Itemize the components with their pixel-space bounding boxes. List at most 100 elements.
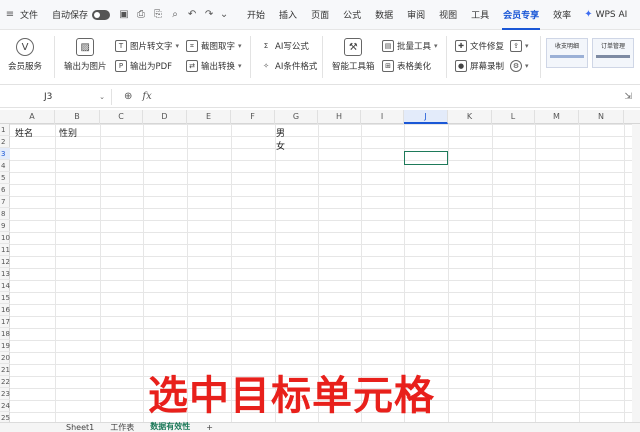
quick-access-dropdown-icon[interactable]: ⌄	[218, 9, 230, 21]
print-preview-icon[interactable]: ⌕	[169, 9, 181, 21]
smart-toolbox-button[interactable]: ⚒ 智能工具箱	[332, 38, 375, 72]
wps-ai-button[interactable]: ✦ WPS AI	[584, 9, 627, 20]
row-header-1[interactable]: 1	[0, 124, 10, 136]
column-gridline	[55, 124, 56, 422]
tab-review[interactable]: 审阅	[400, 8, 432, 21]
row-header-25[interactable]: 25	[0, 412, 10, 422]
file-menu[interactable]: 文件	[20, 8, 38, 21]
thumbnail-bar	[596, 55, 630, 58]
divider	[446, 36, 447, 78]
row-header-21[interactable]: 21	[0, 364, 10, 376]
export-convert-button[interactable]: ⇄ 输出转换 ▾	[186, 60, 242, 72]
tab-member[interactable]: 会员专享	[496, 8, 546, 30]
row-header-24[interactable]: 24	[0, 400, 10, 412]
export-pdf-button[interactable]: P 输出为PDF	[115, 60, 172, 72]
ai-condition-format-button[interactable]: ✧ AI条件格式	[260, 60, 317, 72]
row-header-12[interactable]: 12	[0, 256, 10, 268]
cell-g1[interactable]: 男	[276, 126, 285, 139]
expand-formula-icon[interactable]: ⇲	[624, 92, 632, 102]
row-header-19[interactable]: 19	[0, 340, 10, 352]
column-header-k[interactable]: K	[448, 110, 492, 124]
name-box[interactable]: J3 ⌄	[4, 88, 112, 105]
row-header-15[interactable]: 15	[0, 292, 10, 304]
row-header-8[interactable]: 8	[0, 208, 10, 220]
column-header-i[interactable]: I	[361, 110, 404, 124]
sheet-tab-sheet1[interactable]: Sheet1	[58, 423, 102, 432]
share-dropdown[interactable]: ⇪ ▾	[510, 40, 529, 52]
row-header-3[interactable]: 3	[0, 148, 10, 160]
screen-record-label: 屏幕录制	[470, 62, 505, 72]
cell-b1[interactable]: 性别	[59, 126, 77, 139]
cell-a1[interactable]: 姓名	[15, 126, 33, 139]
print-icon[interactable]: ⎘	[152, 9, 164, 21]
row-header-22[interactable]: 22	[0, 376, 10, 388]
table-beautify-button[interactable]: ⊞ 表格美化	[382, 60, 431, 72]
formula-input[interactable]	[152, 89, 625, 105]
undo-icon[interactable]: ↶	[186, 9, 198, 21]
column-header-n[interactable]: N	[579, 110, 624, 124]
row-header-16[interactable]: 16	[0, 304, 10, 316]
save-icon[interactable]: ▣	[118, 9, 130, 21]
sheet-tab-data-validation[interactable]: 数据有效性	[142, 421, 198, 432]
cell-g2[interactable]: 女	[276, 139, 285, 152]
template-thumbnail-1[interactable]: 收支明细	[546, 38, 588, 68]
settings-dropdown[interactable]: ⚙ ▾	[510, 60, 529, 72]
tab-formula[interactable]: 公式	[336, 8, 368, 21]
column-header-f[interactable]: F	[231, 110, 275, 124]
row-header-5[interactable]: 5	[0, 172, 10, 184]
column-header-m[interactable]: M	[535, 110, 579, 124]
export-pdf-icon[interactable]: ⎙	[135, 9, 147, 21]
selected-cell-j3[interactable]	[404, 151, 448, 165]
row-header-20[interactable]: 20	[0, 352, 10, 364]
row-header-11[interactable]: 11	[0, 244, 10, 256]
row-header-18[interactable]: 18	[0, 328, 10, 340]
vertical-scrollbar[interactable]	[632, 124, 640, 422]
image-to-text-button[interactable]: T 图片转文字 ▾	[115, 40, 179, 52]
tab-data[interactable]: 数据	[368, 8, 400, 21]
redo-icon[interactable]: ↷	[203, 9, 215, 21]
file-repair-button[interactable]: ✚ 文件修复	[455, 40, 504, 52]
export-image-button[interactable]: ▨ 输出为图片	[64, 38, 107, 72]
column-header-b[interactable]: B	[55, 110, 100, 124]
tab-tools[interactable]: 工具	[464, 8, 496, 21]
tab-insert[interactable]: 插入	[272, 8, 304, 21]
tab-efficiency[interactable]: 效率	[546, 8, 578, 21]
row-header-17[interactable]: 17	[0, 316, 10, 328]
menu-bar: ≡ 文件 自动保存 ▣ ⎙ ⎘ ⌕ ↶ ↷ ⌄ 开始 插入 页面 公式 数据 审…	[0, 0, 640, 30]
instruction-caption: 选中目标单元格	[148, 373, 435, 419]
column-header-c[interactable]: C	[100, 110, 143, 124]
column-header-a[interactable]: A	[10, 110, 55, 124]
screenshot-ocr-button[interactable]: ⌗ 截图取字 ▾	[186, 40, 242, 52]
tab-page[interactable]: 页面	[304, 8, 336, 21]
row-header-6[interactable]: 6	[0, 184, 10, 196]
menu-icon[interactable]: ≡	[4, 9, 16, 21]
row-header-7[interactable]: 7	[0, 196, 10, 208]
column-header-l[interactable]: L	[492, 110, 535, 124]
row-header-9[interactable]: 9	[0, 220, 10, 232]
tab-home[interactable]: 开始	[240, 8, 272, 21]
ai-formula-button[interactable]: Σ AI写公式	[260, 40, 309, 52]
column-header-g[interactable]: G	[275, 110, 318, 124]
batch-tools-button[interactable]: ▤ 批量工具 ▾	[382, 40, 438, 52]
autosave-toggle[interactable]	[92, 9, 111, 20]
function-icon[interactable]: fx	[142, 91, 151, 102]
row-header-23[interactable]: 23	[0, 388, 10, 400]
thumbnail-bar	[550, 55, 584, 58]
tab-view[interactable]: 视图	[432, 8, 464, 21]
zoom-search-icon[interactable]: ⊕	[124, 91, 132, 102]
row-header-10[interactable]: 10	[0, 232, 10, 244]
row-header-13[interactable]: 13	[0, 268, 10, 280]
row-header-4[interactable]: 4	[0, 160, 10, 172]
member-service-button[interactable]: V 会员服务	[8, 38, 42, 72]
add-sheet-button[interactable]: +	[198, 423, 221, 432]
pdf-icon: P	[115, 60, 127, 72]
row-header-2[interactable]: 2	[0, 136, 10, 148]
column-header-d[interactable]: D	[143, 110, 187, 124]
sheet-tab-worksheet[interactable]: 工作表	[102, 422, 142, 432]
column-header-h[interactable]: H	[318, 110, 361, 124]
column-header-e[interactable]: E	[187, 110, 231, 124]
template-thumbnail-2[interactable]: 订单管理	[592, 38, 634, 68]
screen-record-button[interactable]: ● 屏幕录制	[455, 60, 504, 72]
column-header-j[interactable]: J	[404, 110, 448, 124]
row-header-14[interactable]: 14	[0, 280, 10, 292]
